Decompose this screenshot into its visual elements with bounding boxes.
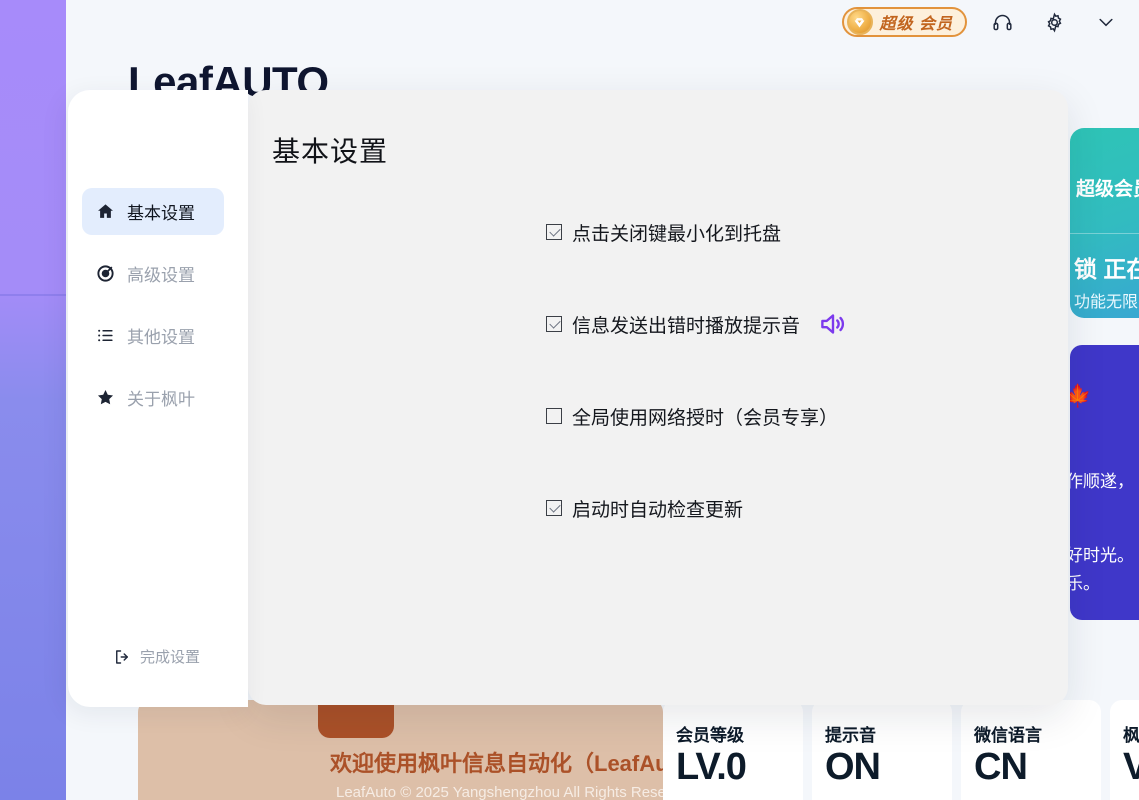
finish-settings-label: 完成设置 (140, 649, 201, 666)
stat-card-label: 会员等级 (676, 726, 744, 745)
option-error-sound[interactable]: 信息发送出错时播放提示音 (546, 308, 1026, 340)
welcome-banner: 欢迎使用枫叶信息自动化（LeafAuto） LeafAuto © 2025 Ya… (138, 680, 711, 800)
checkbox-auto-check-update[interactable] (546, 500, 562, 516)
checkbox-error-sound[interactable] (546, 316, 562, 332)
member-card-subline: 功能无限 (1074, 294, 1139, 311)
app-root: LeafAUTO 超级 会员 超级会 锁 正在 功能无限 🍁 作顺遂， 好时光。… (0, 0, 1139, 800)
stat-card-label: 微信语言 (974, 726, 1042, 745)
headset-icon[interactable] (987, 7, 1017, 37)
home-icon (94, 201, 116, 223)
vip-badge[interactable]: 超级 会员 (841, 7, 967, 37)
target-icon (94, 263, 116, 285)
checkbox-network-time-sync[interactable] (546, 408, 562, 424)
stat-card-label: 枫 (1123, 726, 1139, 745)
stat-card-value: LV.0 (676, 746, 747, 788)
sidebar-item-label: 高级设置 (127, 266, 195, 285)
sidebar-item-other-settings[interactable]: 其他设置 (82, 312, 224, 359)
sidebar-item-advanced-settings[interactable]: 高级设置 (82, 250, 224, 297)
member-card-headline: 锁 正在 (1074, 256, 1139, 282)
option-auto-check-update[interactable]: 启动时自动检查更新 (546, 492, 1026, 524)
notice-card-line1: 作顺遂， (1070, 472, 1134, 491)
notice-card-line3: 乐。 (1070, 574, 1100, 593)
topbar: 超级 会员 (66, 0, 1139, 44)
option-label: 点击关闭键最小化到托盘 (572, 223, 782, 245)
stat-card[interactable]: 微信语言 CN (961, 700, 1101, 800)
notice-card[interactable]: 🍁 作顺遂， 好时光。 乐。 (1070, 345, 1139, 620)
stat-card-label: 提示音 (825, 726, 876, 745)
member-card-top-label: 超级会员 (1076, 179, 1139, 200)
option-label: 信息发送出错时播放提示音 (572, 315, 801, 337)
star-icon (94, 387, 116, 409)
member-promo-card[interactable]: 超级会员 锁 正在 功能无限 (1070, 128, 1139, 318)
stat-cards: 会员等级 LV.0 提示音 ON 微信语言 CN 枫 V (663, 700, 1139, 800)
welcome-copyright: LeafAuto © 2025 Yangshengzhou All Rights… (336, 784, 696, 800)
maple-leaf-icon: 🍁 (1070, 383, 1092, 408)
notice-card-line2: 好时光。 (1070, 546, 1134, 565)
chevron-down-icon[interactable] (1091, 7, 1121, 37)
page-title: 基本设置 (272, 136, 389, 167)
checkbox-minimize-to-tray[interactable] (546, 224, 562, 240)
option-minimize-to-tray[interactable]: 点击关闭键最小化到托盘 (546, 216, 1026, 248)
exit-icon (112, 647, 132, 667)
speaker-icon[interactable] (816, 309, 850, 339)
app-left-rail (0, 0, 66, 800)
diamond-medal-icon (846, 9, 873, 35)
settings-nav: 基本设置 高级设置 其他设置 关于枫叶 (82, 188, 224, 436)
welcome-title: 欢迎使用枫叶信息自动化（LeafAuto） (330, 751, 712, 776)
stat-card-value: V (1123, 746, 1139, 788)
sidebar-item-label: 关于枫叶 (127, 390, 195, 409)
vip-badge-label: 超级 会员 (879, 16, 953, 33)
gear-icon[interactable] (1039, 7, 1069, 37)
stat-card-value: CN (974, 746, 1028, 788)
option-label: 全局使用网络授时（会员专享） (572, 407, 839, 429)
list-icon (94, 325, 116, 347)
option-network-time-sync[interactable]: 全局使用网络授时（会员专享） (546, 400, 1026, 432)
stat-card-value: ON (825, 746, 881, 788)
sidebar-item-basic-settings[interactable]: 基本设置 (82, 188, 224, 235)
sidebar-item-label: 基本设置 (127, 204, 195, 223)
finish-settings-button[interactable]: 完成设置 (112, 646, 200, 667)
stat-card[interactable]: 枫 V (1110, 700, 1139, 800)
settings-options: 点击关闭键最小化到托盘 信息发送出错时播放提示音 全局使用网络授时（会员专享） … (546, 216, 1026, 584)
app-left-rail-seam (0, 294, 66, 296)
sidebar-item-label: 其他设置 (127, 328, 195, 347)
stat-card[interactable]: 会员等级 LV.0 (663, 700, 803, 800)
stat-card[interactable]: 提示音 ON (812, 700, 952, 800)
option-label: 启动时自动检查更新 (572, 499, 744, 521)
sidebar-item-about-leafauto[interactable]: 关于枫叶 (82, 374, 224, 421)
